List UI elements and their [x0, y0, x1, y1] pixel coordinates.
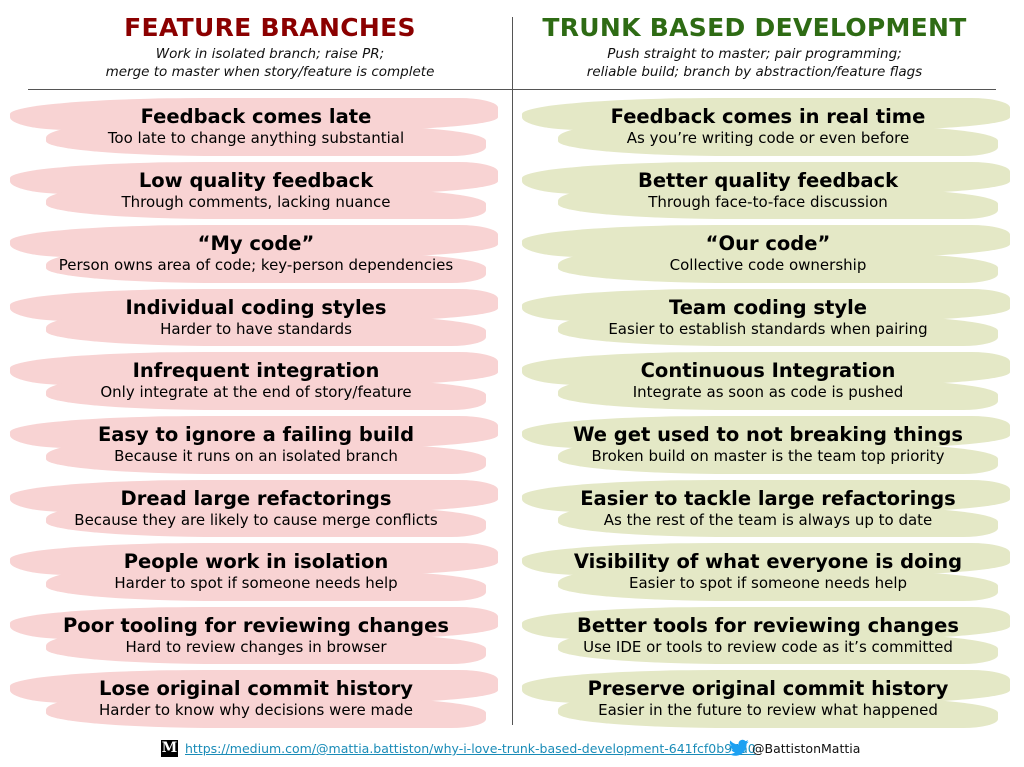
- item-description: Too late to change anything substantial: [107, 129, 405, 147]
- trunk-based-subtitle: Push straight to master; pair programmin…: [513, 45, 996, 81]
- comparison-item: Team coding style Easier to establish sta…: [518, 287, 1018, 351]
- item-description: Only integrate at the end of story/featu…: [100, 383, 412, 402]
- comparison-item: Easier to tackle large refactorings As th…: [518, 478, 1018, 542]
- feature-branches-list: Feedback comes late Too late to change an…: [6, 96, 506, 732]
- comparison-item: Individual coding styles Harder to have s…: [6, 287, 506, 351]
- item-title: We get used to not breaking things: [572, 422, 964, 446]
- item-description: Use IDE or tools to review code as it’s …: [583, 637, 953, 656]
- item-description: Easier to establish standards when pairi…: [608, 319, 928, 338]
- comparison-item: Poor tooling for reviewing changes Hard t…: [6, 605, 506, 669]
- item-description: Easier to spot if someone needs help: [628, 574, 908, 593]
- feature-branches-title: FEATURE BRANCHES: [124, 13, 416, 42]
- item-description: Through face-to-face discussion: [648, 192, 888, 211]
- item-title: Poor tooling for reviewing changes: [63, 613, 449, 637]
- item-description: Collective code ownership: [669, 256, 867, 275]
- item-title: Easy to ignore a failing build: [97, 422, 415, 446]
- item-title: Low quality feedback: [138, 168, 374, 192]
- subtitle-line-1: Work in isolated branch; raise PR;: [155, 46, 385, 62]
- item-description: Integrate as soon as code is pushed: [632, 383, 904, 402]
- comparison-item: Easy to ignore a failing build Because it…: [6, 414, 506, 478]
- feature-branches-header: FEATURE BRANCHES Work in isolated branch…: [28, 0, 512, 90]
- article-link[interactable]: https://medium.com/@mattia.battiston/why…: [185, 741, 756, 756]
- subtitle-line-2: merge to master when story/feature is co…: [105, 64, 435, 80]
- item-title: Better quality feedback: [637, 168, 899, 192]
- twitter-bird-icon: [729, 739, 749, 757]
- item-description: Because they are likely to cause merge c…: [74, 510, 438, 529]
- comparison-item: Infrequent integration Only integrate at …: [6, 350, 506, 414]
- item-description: As you’re writing code or even before: [626, 129, 910, 147]
- comparison-item: Feedback comes in real time As you’re wri…: [518, 96, 1018, 160]
- comparison-item: Preserve original commit history Easier i…: [518, 668, 1018, 732]
- comparison-item: Dread large refactorings Because they are…: [6, 478, 506, 542]
- item-description: Through comments, lacking nuance: [121, 192, 391, 211]
- item-title: Feedback comes in real time: [610, 105, 926, 128]
- trunk-based-list: Feedback comes in real time As you’re wri…: [518, 96, 1018, 732]
- item-title: Infrequent integration: [132, 359, 380, 383]
- item-description: Because it runs on an isolated branch: [114, 446, 398, 465]
- item-title: Lose original commit history: [99, 677, 413, 701]
- item-title: Continuous Integration: [640, 359, 896, 383]
- item-description: Person owns area of code; key-person dep…: [58, 256, 454, 275]
- item-title: Easier to tackle large refactorings: [580, 486, 956, 510]
- item-title: People work in isolation: [123, 550, 389, 574]
- comparison-item: Continuous Integration Integrate as soon …: [518, 350, 1018, 414]
- twitter-handle[interactable]: @BattistonMattia: [752, 741, 860, 756]
- item-title: Preserve original commit history: [587, 677, 949, 701]
- item-description: Harder to spot if someone needs help: [114, 574, 398, 593]
- comparison-item: Better quality feedback Through face-to-f…: [518, 160, 1018, 224]
- subtitle-line-2: reliable build; branch by abstraction/fe…: [586, 64, 923, 80]
- item-description: Hard to review changes in browser: [125, 637, 387, 656]
- item-title: Team coding style: [669, 295, 867, 319]
- trunk-based-title: TRUNK BASED DEVELOPMENT: [542, 13, 967, 42]
- medium-logo-icon: M: [161, 740, 178, 757]
- item-title: “Our code”: [705, 232, 831, 256]
- item-title: Feedback comes late: [140, 105, 372, 128]
- comparison-item: “My code” Person owns area of code; key-p…: [6, 223, 506, 287]
- item-title: “My code”: [197, 232, 315, 256]
- comparison-item: Visibility of what everyone is doing Easi…: [518, 541, 1018, 605]
- comparison-item: Lose original commit history Harder to kn…: [6, 668, 506, 732]
- comparison-item: Better tools for reviewing changes Use ID…: [518, 605, 1018, 669]
- comparison-item: People work in isolation Harder to spot i…: [6, 541, 506, 605]
- subtitle-line-1: Push straight to master; pair programmin…: [607, 46, 902, 62]
- footer: M https://medium.com/@mattia.battiston/w…: [0, 739, 1024, 759]
- item-description: Easier in the future to review what happ…: [598, 701, 938, 720]
- trunk-based-header: TRUNK BASED DEVELOPMENT Push straight to…: [513, 0, 996, 90]
- item-description: Broken build on master is the team top p…: [591, 446, 945, 465]
- comparison-item: We get used to not breaking things Broken…: [518, 414, 1018, 478]
- comparison-item: Feedback comes late Too late to change an…: [6, 96, 506, 160]
- item-title: Better tools for reviewing changes: [577, 613, 959, 637]
- feature-branches-subtitle: Work in isolated branch; raise PR; merge…: [28, 45, 512, 81]
- comparison-item: Low quality feedback Through comments, la…: [6, 160, 506, 224]
- item-title: Dread large refactorings: [120, 486, 392, 510]
- item-title: Individual coding styles: [125, 295, 387, 319]
- item-title: Visibility of what everyone is doing: [573, 550, 963, 574]
- comparison-item: “Our code” Collective code ownership: [518, 223, 1018, 287]
- item-description: As the rest of the team is always up to …: [603, 510, 933, 529]
- item-description: Harder to have standards: [160, 319, 352, 338]
- column-divider: [512, 17, 513, 725]
- item-description: Harder to know why decisions were made: [98, 701, 413, 720]
